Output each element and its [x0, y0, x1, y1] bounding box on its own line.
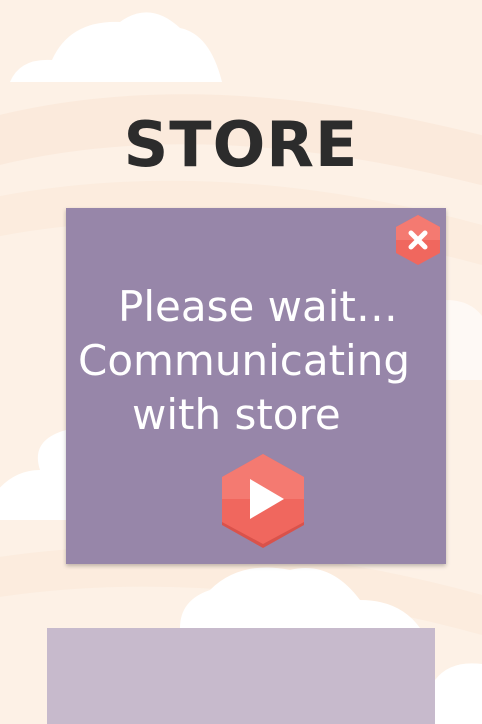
store-item-panel [47, 628, 435, 724]
status-line-2: Communicating [78, 336, 411, 385]
close-icon [396, 215, 440, 265]
store-title: STORE [123, 108, 359, 181]
loading-dialog: Please wait… Communicating with store [66, 208, 446, 564]
status-line-1: Please wait… [118, 282, 398, 331]
cloud-left [0, 430, 66, 520]
cloud-top [10, 12, 222, 82]
play-button[interactable] [218, 452, 308, 552]
play-icon [222, 454, 304, 548]
status-message: Please wait… Communicating with store [66, 280, 446, 442]
status-line-3: with store [132, 390, 341, 439]
cloud-bottom-right [435, 663, 482, 724]
close-button[interactable] [392, 212, 444, 268]
